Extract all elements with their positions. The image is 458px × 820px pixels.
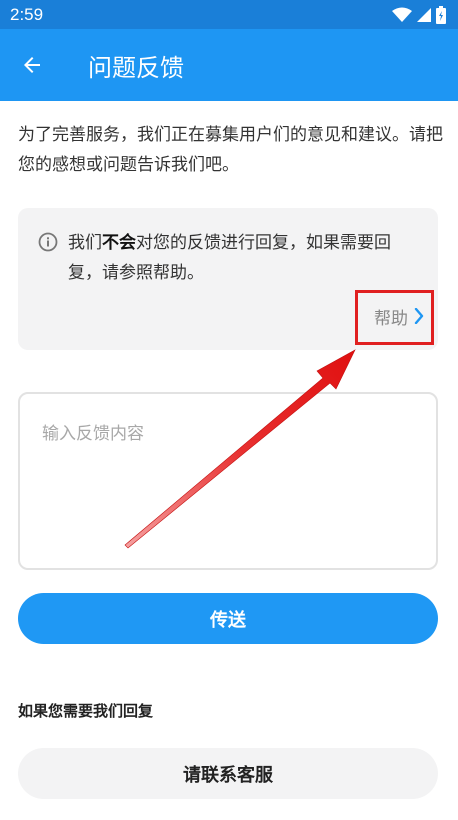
info-text: 我们不会对您的反馈进行回复，如果需要回复，请参照帮助。 [68, 228, 418, 288]
annotation-highlight-box [355, 290, 434, 345]
wifi-icon [392, 7, 412, 22]
status-bar: 2:59 [0, 0, 458, 29]
signal-icon [417, 7, 431, 22]
app-bar: 问题反馈 [0, 29, 458, 101]
arrow-left-icon [24, 57, 40, 73]
info-text-bold: 不会 [102, 233, 136, 253]
info-icon [38, 232, 58, 252]
send-button[interactable]: 传送 [18, 593, 438, 644]
status-time: 2:59 [10, 4, 44, 24]
battery-icon [436, 5, 446, 24]
intro-text: 为了完善服务，我们正在募集用户们的意见和建议。请把您的感想或问题告诉我们吧。 [18, 125, 443, 175]
info-text-start: 我们 [68, 233, 102, 253]
back-button[interactable] [0, 29, 64, 101]
reply-section-label: 如果您需要我们回复 [18, 702, 154, 720]
feedback-box [18, 392, 438, 570]
status-icons [392, 5, 446, 24]
contact-support-button[interactable]: 请联系客服 [18, 748, 438, 799]
page-title: 问题反馈 [88, 53, 184, 82]
feedback-input[interactable] [20, 394, 436, 568]
